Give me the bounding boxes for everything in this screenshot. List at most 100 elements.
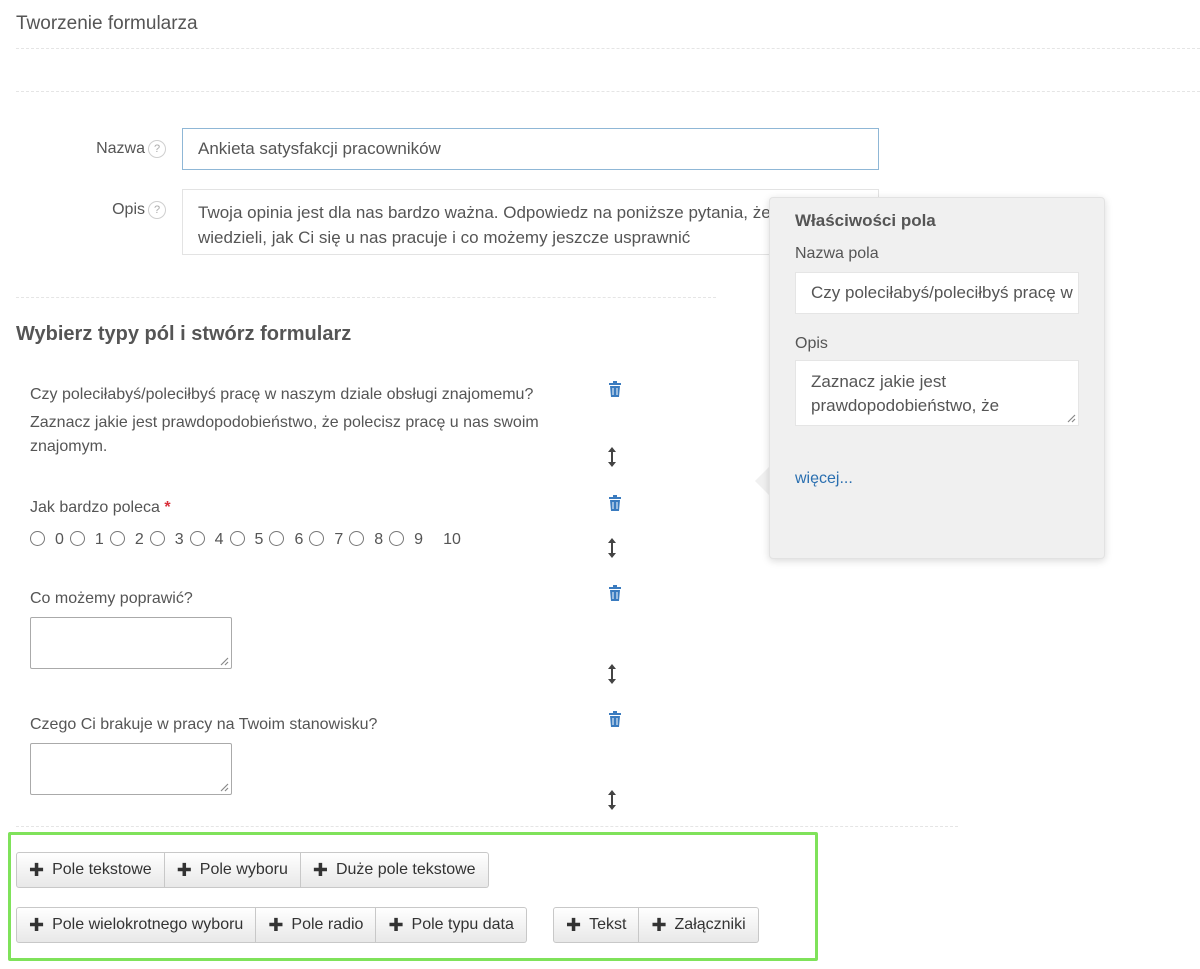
question-3-label: Co możemy poprawić? xyxy=(30,590,193,607)
required-mark: * xyxy=(164,499,171,516)
form-name-input[interactable]: Ankieta satysfakcji pracowników xyxy=(182,128,879,170)
button-label: Pole wielokrotnego wyboru xyxy=(52,916,244,933)
divider xyxy=(16,91,1200,92)
radio-label: 3 xyxy=(174,531,184,548)
help-icon[interactable]: ? xyxy=(148,201,166,219)
radio-label: 5 xyxy=(254,531,264,548)
radio-label: 8 xyxy=(374,531,384,548)
trash-icon[interactable] xyxy=(608,711,622,727)
radio-option[interactable]: 5 xyxy=(229,528,270,548)
toolbar-row-2b: ✚ Tekst ✚ Załączniki xyxy=(553,907,759,943)
add-large-text-field-button[interactable]: ✚ Duże pole tekstowe xyxy=(300,852,489,888)
name-label-wrap: Nazwa? xyxy=(60,140,166,158)
name-label: Nazwa xyxy=(96,140,145,157)
form-desc-line: Twoja opinia jest dla nas bardzo ważna. … xyxy=(198,203,771,222)
add-date-field-button[interactable]: ✚ Pole typu data xyxy=(376,907,527,943)
field-properties-popover: Właściwości pola Nazwa pola Czy poleciła… xyxy=(769,197,1105,559)
question-1-desc-line: Zaznacz jakie jest prawdopodobieństwo, ż… xyxy=(30,414,539,431)
radio-option[interactable]: 1 xyxy=(69,528,110,548)
radio-label: 7 xyxy=(334,531,344,548)
plus-icon: ✚ xyxy=(388,914,404,935)
trash-icon[interactable] xyxy=(608,585,622,601)
radio-label: 4 xyxy=(214,531,224,548)
radio-option[interactable]: 0 xyxy=(30,528,70,548)
resize-handle-icon[interactable] xyxy=(219,656,229,666)
radio-button[interactable] xyxy=(69,531,85,546)
toolbar-row-1: ✚ Pole tekstowe ✚ Pole wyboru ✚ Duże pole t… xyxy=(16,852,489,888)
question-1-label: Czy poleciłabyś/poleciłbyś pracę w naszy… xyxy=(30,386,534,403)
drag-handle-icon[interactable] xyxy=(607,790,617,810)
question-2-label-wrap: Jak bardzo poleca * xyxy=(30,496,171,520)
drag-handle-icon[interactable] xyxy=(607,538,617,558)
field-description-label: Opis xyxy=(795,335,828,352)
section-title: Wybierz typy pól i stwórz formularz xyxy=(16,323,352,345)
radio-button[interactable] xyxy=(30,531,45,546)
add-static-text-button[interactable]: ✚ Tekst xyxy=(553,907,640,943)
desc-label-wrap: Opis? xyxy=(60,201,166,219)
plus-icon: ✚ xyxy=(29,859,45,880)
plus-icon: ✚ xyxy=(312,859,328,880)
add-text-field-button[interactable]: ✚ Pole tekstowe xyxy=(16,852,165,888)
popover-arrow xyxy=(755,466,770,496)
divider xyxy=(16,826,958,827)
field-name-value: Czy poleciłabyś/poleciłbyś pracę w xyxy=(811,283,1073,302)
radio-option[interactable]: 8 xyxy=(349,528,389,548)
divider xyxy=(16,48,1200,49)
radio-option[interactable]: 3 xyxy=(149,528,190,548)
page-title: Tworzenie formularza xyxy=(16,13,198,34)
button-label: Pole typu data xyxy=(411,916,514,933)
question-3-textarea[interactable] xyxy=(30,617,232,669)
add-multiselect-field-button[interactable]: ✚ Pole wielokrotnego wyboru xyxy=(16,907,257,943)
radio-button[interactable] xyxy=(109,531,125,546)
divider xyxy=(16,297,716,298)
rating-radio-group: 0 1 2 3 4 5 6 7 8 9 10 xyxy=(30,528,467,548)
drag-handle-icon[interactable] xyxy=(607,447,617,467)
resize-handle-icon[interactable] xyxy=(1066,413,1076,423)
button-label: Pole tekstowe xyxy=(52,861,152,878)
trash-icon[interactable] xyxy=(608,495,622,511)
radio-label: 10 xyxy=(443,531,461,548)
drag-handle-icon[interactable] xyxy=(607,664,617,684)
radio-label: 0 xyxy=(55,531,64,548)
plus-icon: ✚ xyxy=(651,914,667,935)
radio-label: 9 xyxy=(414,531,424,548)
button-label: Pole radio xyxy=(291,916,364,933)
radio-option[interactable]: 9 xyxy=(389,528,429,548)
popover-title: Właściwości pola xyxy=(795,211,936,230)
plus-icon: ✚ xyxy=(29,914,45,935)
question-4-textarea[interactable] xyxy=(30,743,232,795)
radio-button[interactable] xyxy=(389,531,405,546)
add-attachments-button[interactable]: ✚ Załączniki xyxy=(639,907,759,943)
radio-option[interactable]: 2 xyxy=(109,528,150,548)
plus-icon: ✚ xyxy=(268,914,284,935)
plus-icon: ✚ xyxy=(176,859,192,880)
field-desc-line: Zaznacz jakie jest xyxy=(811,372,947,391)
field-name-input[interactable]: Czy poleciłabyś/poleciłbyś pracę w xyxy=(795,272,1079,314)
field-desc-line: prawdopodobieństwo, że xyxy=(811,396,1000,415)
radio-label: 1 xyxy=(94,531,104,548)
radio-button[interactable] xyxy=(149,531,165,546)
radio-option-last[interactable]: 10 xyxy=(429,528,467,548)
radio-button[interactable] xyxy=(349,531,365,546)
plus-icon: ✚ xyxy=(566,914,582,935)
radio-button[interactable] xyxy=(309,531,325,546)
field-name-label: Nazwa pola xyxy=(795,245,879,262)
help-icon[interactable]: ? xyxy=(148,140,166,158)
question-4-label: Czego Ci brakuje w pracy na Twoim stanow… xyxy=(30,716,378,733)
more-link[interactable]: więcej... xyxy=(795,470,853,488)
add-radio-field-button[interactable]: ✚ Pole radio xyxy=(256,907,377,943)
field-description-textarea[interactable]: Zaznacz jakie jest prawdopodobieństwo, ż… xyxy=(795,360,1079,426)
radio-button[interactable] xyxy=(269,531,285,546)
radio-option[interactable]: 4 xyxy=(189,528,230,548)
radio-option[interactable]: 7 xyxy=(309,528,349,548)
desc-label: Opis xyxy=(112,201,145,218)
button-label: Pole wyboru xyxy=(199,861,288,878)
form-name-value: Ankieta satysfakcji pracowników xyxy=(198,139,441,158)
trash-icon[interactable] xyxy=(608,381,622,397)
resize-handle-icon[interactable] xyxy=(219,782,229,792)
button-label: Duże pole tekstowe xyxy=(335,861,476,878)
radio-button[interactable] xyxy=(189,531,205,546)
radio-option[interactable]: 6 xyxy=(269,528,309,548)
add-checkbox-field-button[interactable]: ✚ Pole wyboru xyxy=(164,852,301,888)
radio-button[interactable] xyxy=(229,531,245,546)
